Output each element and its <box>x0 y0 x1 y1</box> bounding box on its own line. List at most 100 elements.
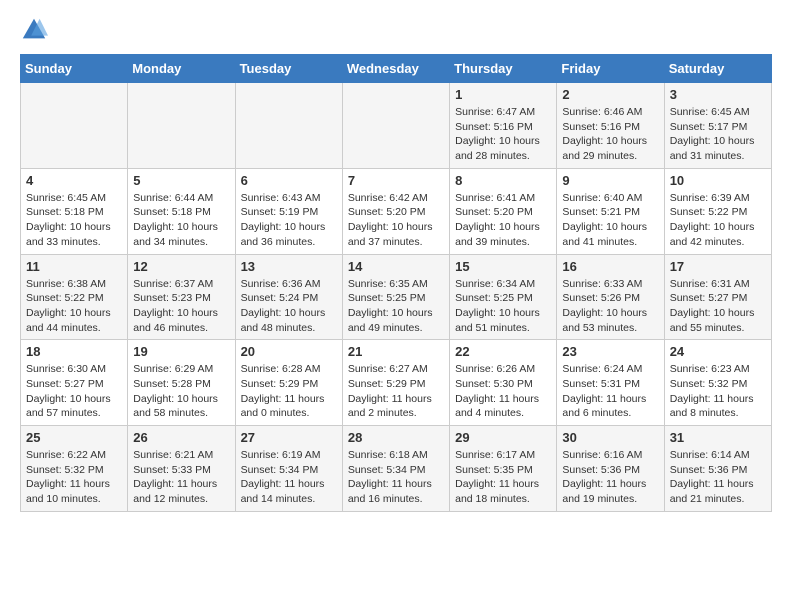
day-number: 5 <box>133 173 229 188</box>
calendar-week-row: 1Sunrise: 6:47 AM Sunset: 5:16 PM Daylig… <box>21 83 772 169</box>
calendar-week-row: 18 Sunrise: 6:30 AM Sunset: 5:27 PM Dayli… <box>21 340 772 426</box>
calendar-cell: 19 Sunrise: 6:29 AM Sunset: 5:28 PM Dayli… <box>128 340 235 426</box>
day-info: Sunrise: 6:45 AM Sunset: 5:17 PM Dayligh… <box>670 105 766 164</box>
day-info: Sunrise: 6:40 AM Sunset: 5:21 PM Dayligh… <box>562 191 658 250</box>
weekday-header: Friday <box>557 55 664 83</box>
calendar-cell <box>235 83 342 169</box>
day-number: 15 <box>455 259 551 274</box>
calendar-cell: 14 Sunrise: 6:35 AM Sunset: 5:25 PM Dayli… <box>342 254 449 340</box>
calendar-cell: 4 Sunrise: 6:45 AM Sunset: 5:18 PM Daylig… <box>21 168 128 254</box>
calendar-cell: 9 Sunrise: 6:40 AM Sunset: 5:21 PM Daylig… <box>557 168 664 254</box>
day-number: 25 <box>26 430 122 445</box>
day-info: Sunrise: 6:35 AM Sunset: 5:25 PM Dayligh… <box>348 277 444 336</box>
calendar-cell: 28 Sunrise: 6:18 AM Sunset: 5:34 PM Dayli… <box>342 426 449 512</box>
day-number: 13 <box>241 259 337 274</box>
day-number: 27 <box>241 430 337 445</box>
day-info: Sunrise: 6:43 AM Sunset: 5:19 PM Dayligh… <box>241 191 337 250</box>
day-info: Sunrise: 6:45 AM Sunset: 5:18 PM Dayligh… <box>26 191 122 250</box>
calendar-cell: 21 Sunrise: 6:27 AM Sunset: 5:29 PM Dayli… <box>342 340 449 426</box>
day-number: 1 <box>455 87 551 102</box>
day-info: Sunrise: 6:29 AM Sunset: 5:28 PM Dayligh… <box>133 362 229 421</box>
day-info: Sunrise: 6:34 AM Sunset: 5:25 PM Dayligh… <box>455 277 551 336</box>
day-info: Sunrise: 6:22 AM Sunset: 5:32 PM Dayligh… <box>26 448 122 507</box>
day-number: 23 <box>562 344 658 359</box>
calendar-cell: 2 Sunrise: 6:46 AM Sunset: 5:16 PM Daylig… <box>557 83 664 169</box>
day-info: Sunrise: 6:46 AM Sunset: 5:16 PM Dayligh… <box>562 105 658 164</box>
calendar-cell: 29Sunrise: 6:17 AM Sunset: 5:35 PM Dayli… <box>450 426 557 512</box>
day-info: Sunrise: 6:41 AM Sunset: 5:20 PM Dayligh… <box>455 191 551 250</box>
day-info: Sunrise: 6:14 AM Sunset: 5:36 PM Dayligh… <box>670 448 766 507</box>
calendar-cell: 3Sunrise: 6:45 AM Sunset: 5:17 PM Daylig… <box>664 83 771 169</box>
day-info: Sunrise: 6:28 AM Sunset: 5:29 PM Dayligh… <box>241 362 337 421</box>
day-info: Sunrise: 6:21 AM Sunset: 5:33 PM Dayligh… <box>133 448 229 507</box>
day-number: 26 <box>133 430 229 445</box>
day-number: 9 <box>562 173 658 188</box>
day-info: Sunrise: 6:19 AM Sunset: 5:34 PM Dayligh… <box>241 448 337 507</box>
day-info: Sunrise: 6:37 AM Sunset: 5:23 PM Dayligh… <box>133 277 229 336</box>
calendar-cell: 24Sunrise: 6:23 AM Sunset: 5:32 PM Dayli… <box>664 340 771 426</box>
calendar-table: SundayMondayTuesdayWednesdayThursdayFrid… <box>20 54 772 512</box>
day-info: Sunrise: 6:27 AM Sunset: 5:29 PM Dayligh… <box>348 362 444 421</box>
day-number: 14 <box>348 259 444 274</box>
weekday-header: Thursday <box>450 55 557 83</box>
day-number: 28 <box>348 430 444 445</box>
day-info: Sunrise: 6:30 AM Sunset: 5:27 PM Dayligh… <box>26 362 122 421</box>
calendar-cell: 6 Sunrise: 6:43 AM Sunset: 5:19 PM Daylig… <box>235 168 342 254</box>
calendar-cell: 16 Sunrise: 6:33 AM Sunset: 5:26 PM Dayli… <box>557 254 664 340</box>
day-info: Sunrise: 6:18 AM Sunset: 5:34 PM Dayligh… <box>348 448 444 507</box>
calendar-cell: 8 Sunrise: 6:41 AM Sunset: 5:20 PM Daylig… <box>450 168 557 254</box>
day-info: Sunrise: 6:42 AM Sunset: 5:20 PM Dayligh… <box>348 191 444 250</box>
calendar-cell: 22Sunrise: 6:26 AM Sunset: 5:30 PM Dayli… <box>450 340 557 426</box>
calendar-cell: 27 Sunrise: 6:19 AM Sunset: 5:34 PM Dayli… <box>235 426 342 512</box>
day-number: 10 <box>670 173 766 188</box>
day-number: 16 <box>562 259 658 274</box>
calendar-cell: 17 Sunrise: 6:31 AM Sunset: 5:27 PM Dayli… <box>664 254 771 340</box>
calendar-cell: 30 Sunrise: 6:16 AM Sunset: 5:36 PM Dayli… <box>557 426 664 512</box>
calendar-cell: 15 Sunrise: 6:34 AM Sunset: 5:25 PM Dayli… <box>450 254 557 340</box>
calendar-cell: 12 Sunrise: 6:37 AM Sunset: 5:23 PM Dayli… <box>128 254 235 340</box>
day-number: 17 <box>670 259 766 274</box>
day-info: Sunrise: 6:33 AM Sunset: 5:26 PM Dayligh… <box>562 277 658 336</box>
day-number: 31 <box>670 430 766 445</box>
calendar-cell: 5Sunrise: 6:44 AM Sunset: 5:18 PM Daylig… <box>128 168 235 254</box>
day-info: Sunrise: 6:38 AM Sunset: 5:22 PM Dayligh… <box>26 277 122 336</box>
weekday-header: Sunday <box>21 55 128 83</box>
day-number: 2 <box>562 87 658 102</box>
logo <box>20 16 52 44</box>
calendar-cell: 1Sunrise: 6:47 AM Sunset: 5:16 PM Daylig… <box>450 83 557 169</box>
calendar-cell: 11 Sunrise: 6:38 AM Sunset: 5:22 PM Dayli… <box>21 254 128 340</box>
day-info: Sunrise: 6:24 AM Sunset: 5:31 PM Dayligh… <box>562 362 658 421</box>
day-info: Sunrise: 6:39 AM Sunset: 5:22 PM Dayligh… <box>670 191 766 250</box>
day-info: Sunrise: 6:16 AM Sunset: 5:36 PM Dayligh… <box>562 448 658 507</box>
day-number: 11 <box>26 259 122 274</box>
page-header <box>20 16 772 44</box>
weekday-header: Tuesday <box>235 55 342 83</box>
day-number: 4 <box>26 173 122 188</box>
calendar-cell: 18 Sunrise: 6:30 AM Sunset: 5:27 PM Dayli… <box>21 340 128 426</box>
weekday-header: Monday <box>128 55 235 83</box>
day-info: Sunrise: 6:26 AM Sunset: 5:30 PM Dayligh… <box>455 362 551 421</box>
calendar-week-row: 11 Sunrise: 6:38 AM Sunset: 5:22 PM Dayli… <box>21 254 772 340</box>
day-number: 30 <box>562 430 658 445</box>
calendar-cell: 25 Sunrise: 6:22 AM Sunset: 5:32 PM Dayli… <box>21 426 128 512</box>
day-number: 7 <box>348 173 444 188</box>
weekday-header: Wednesday <box>342 55 449 83</box>
weekday-header-row: SundayMondayTuesdayWednesdayThursdayFrid… <box>21 55 772 83</box>
day-number: 6 <box>241 173 337 188</box>
day-number: 8 <box>455 173 551 188</box>
calendar-cell <box>128 83 235 169</box>
day-number: 29 <box>455 430 551 445</box>
day-number: 21 <box>348 344 444 359</box>
day-info: Sunrise: 6:31 AM Sunset: 5:27 PM Dayligh… <box>670 277 766 336</box>
calendar-cell <box>342 83 449 169</box>
day-number: 18 <box>26 344 122 359</box>
calendar-cell: 13Sunrise: 6:36 AM Sunset: 5:24 PM Dayli… <box>235 254 342 340</box>
calendar-cell <box>21 83 128 169</box>
day-number: 20 <box>241 344 337 359</box>
calendar-cell: 7 Sunrise: 6:42 AM Sunset: 5:20 PM Daylig… <box>342 168 449 254</box>
day-number: 24 <box>670 344 766 359</box>
calendar-cell: 20 Sunrise: 6:28 AM Sunset: 5:29 PM Dayli… <box>235 340 342 426</box>
calendar-week-row: 25 Sunrise: 6:22 AM Sunset: 5:32 PM Dayli… <box>21 426 772 512</box>
day-number: 19 <box>133 344 229 359</box>
day-number: 12 <box>133 259 229 274</box>
